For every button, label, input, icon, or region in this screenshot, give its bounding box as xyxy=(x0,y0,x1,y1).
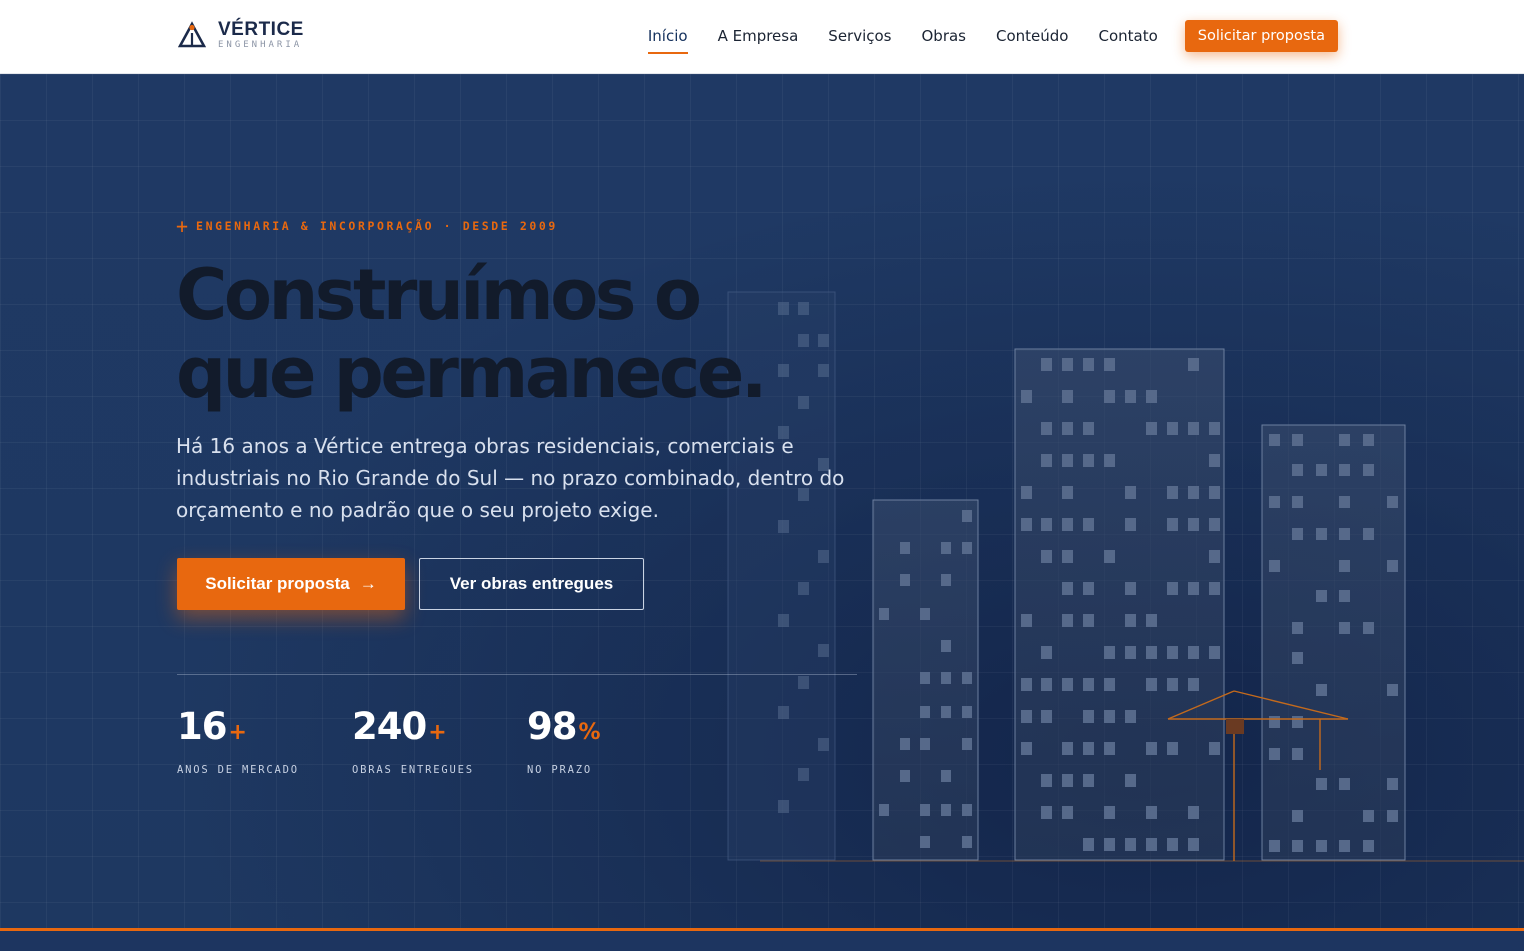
plus-icon: + xyxy=(176,214,189,238)
site-header: VÉRTICE ENGENHARIA Início A Empresa Serv… xyxy=(0,0,1524,74)
hero-lead: Há 16 anos a Vértice entrega obras resid… xyxy=(176,434,845,522)
hero-section: + ENGENHARIA & INCORPORAÇÃO · DESDE 2009… xyxy=(0,74,1524,928)
hero-eyebrow: + ENGENHARIA & INCORPORAÇÃO · DESDE 2009 xyxy=(176,214,558,238)
stat-on-time-suffix: % xyxy=(578,720,601,745)
hero-eyebrow-text: ENGENHARIA & INCORPORAÇÃO · DESDE 2009 xyxy=(196,219,558,233)
brand-tagline: ENGENHARIA xyxy=(218,40,303,50)
stats-divider xyxy=(177,674,857,675)
arrow-right-icon: → xyxy=(359,574,377,593)
stat-years-label: ANOS DE MERCADO xyxy=(177,764,299,776)
stat-projects: 240+ OBRAS ENTREGUES xyxy=(352,704,474,776)
stat-on-time-label: NO PRAZO xyxy=(527,764,592,776)
triangle-logo-icon xyxy=(178,21,206,48)
main-nav: Início A Empresa Serviços Obras Conteúdo… xyxy=(618,19,1338,54)
brand-logo[interactable]: VÉRTICE ENGENHARIA xyxy=(178,20,304,50)
next-section-edge xyxy=(0,928,1524,951)
nav-item-conteudo[interactable]: Conteúdo xyxy=(996,19,1068,53)
stat-years-suffix: + xyxy=(228,720,247,745)
nav-item-obras[interactable]: Obras xyxy=(922,19,967,53)
stat-years: 16+ ANOS DE MERCADO xyxy=(177,704,299,776)
header-request-proposal-button[interactable]: Solicitar proposta xyxy=(1184,20,1338,52)
nav-item-servicos[interactable]: Serviços xyxy=(828,19,891,53)
nav-item-contato[interactable]: Contato xyxy=(1099,19,1158,53)
nav-item-inicio[interactable]: Início xyxy=(647,19,688,54)
stat-on-time: 98% NO PRAZO xyxy=(527,704,601,776)
request-proposal-label: Solicitar proposta xyxy=(205,574,350,593)
hero-headline-line1: Construímos o xyxy=(176,254,702,336)
stat-projects-value: 240 xyxy=(352,705,427,748)
nav-item-empresa[interactable]: A Empresa xyxy=(718,19,799,53)
stat-years-value: 16 xyxy=(177,705,227,748)
request-proposal-button[interactable]: Solicitar proposta → xyxy=(177,558,405,610)
view-projects-button[interactable]: Ver obras entregues xyxy=(419,558,644,610)
hero-headline-line2: que permanece. xyxy=(176,332,767,414)
brand-name: VÉRTICE xyxy=(218,19,304,40)
stat-projects-label: OBRAS ENTREGUES xyxy=(352,764,474,776)
hero-headline: Construímos o que permanece. xyxy=(176,256,876,412)
stat-on-time-value: 98 xyxy=(527,705,577,748)
building-c xyxy=(1261,424,1406,861)
stat-projects-suffix: + xyxy=(428,720,447,745)
